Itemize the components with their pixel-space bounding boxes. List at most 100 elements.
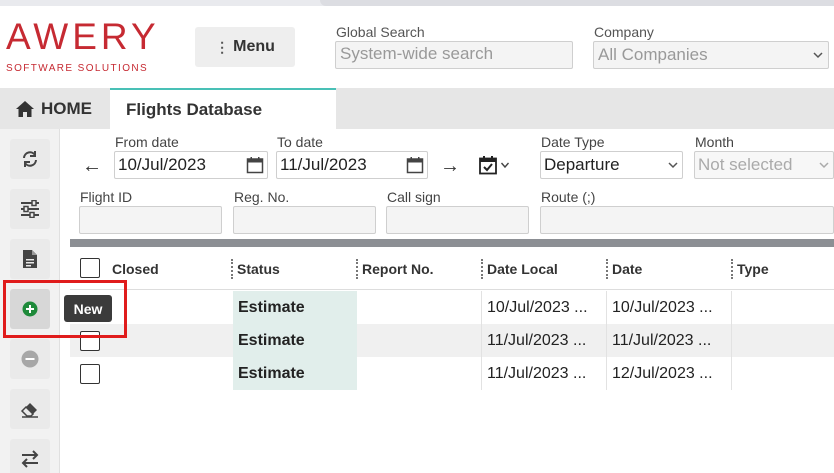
clear-button[interactable] xyxy=(10,389,50,429)
top-strip-gap xyxy=(320,0,834,6)
type-cell xyxy=(737,291,834,324)
tab-home[interactable]: HOME xyxy=(0,88,110,129)
previous-date-button[interactable]: ← xyxy=(82,155,102,178)
grid-top-bar xyxy=(70,239,834,247)
column-header-closed[interactable]: Closed xyxy=(112,247,159,290)
type-cell xyxy=(737,324,834,357)
status-cell: Estimate xyxy=(233,324,357,357)
route-input[interactable] xyxy=(540,206,834,234)
global-search-label: Global Search xyxy=(336,24,425,40)
date-preset-dropdown[interactable] xyxy=(478,152,520,178)
column-header-date-local[interactable]: Date Local xyxy=(487,247,558,290)
cell-divider xyxy=(731,357,732,390)
column-separator[interactable] xyxy=(606,259,608,279)
cell-divider xyxy=(481,291,482,324)
add-icon xyxy=(22,301,38,317)
to-date-label: To date xyxy=(277,134,323,150)
row-checkbox[interactable] xyxy=(80,331,100,351)
date-local-cell: 11/Jul/2023 ... xyxy=(487,364,587,382)
calendar-check-icon xyxy=(479,156,497,175)
date-type-select[interactable]: Departure xyxy=(540,151,683,179)
table-row[interactable]: Estimate 10/Jul/2023 ... 10/Jul/2023 ... xyxy=(70,291,834,324)
next-date-button[interactable]: → xyxy=(440,155,460,178)
company-label: Company xyxy=(594,24,654,40)
remove-icon xyxy=(21,350,39,368)
column-separator[interactable] xyxy=(731,259,733,279)
menu-button[interactable]: ⋮ Menu xyxy=(195,27,295,67)
column-header-type[interactable]: Type xyxy=(737,247,769,290)
document-icon xyxy=(23,250,37,268)
tab-home-label: HOME xyxy=(41,98,92,118)
cell-divider xyxy=(481,357,482,390)
tab-flights-database[interactable]: Flights Database xyxy=(110,88,336,129)
refresh-icon xyxy=(23,151,37,167)
date-local-cell: 10/Jul/2023 ... xyxy=(487,298,588,316)
cell-divider xyxy=(731,324,732,357)
global-search-input[interactable]: System-wide search xyxy=(335,41,573,69)
arrow-right-icon: → xyxy=(440,155,460,177)
report-no-cell xyxy=(362,324,480,357)
eraser-icon xyxy=(20,403,38,418)
column-header-report-no[interactable]: Report No. xyxy=(362,247,434,290)
date-cell: 10/Jul/2023 ... xyxy=(612,298,713,316)
date-type-value: Departure xyxy=(544,155,620,174)
flight-id-input[interactable] xyxy=(79,206,222,234)
tab-flights-database-label: Flights Database xyxy=(126,99,263,119)
cell-divider xyxy=(731,291,732,324)
column-separator[interactable] xyxy=(356,259,358,279)
status-cell: Estimate xyxy=(233,357,357,390)
swap-icon xyxy=(21,450,39,468)
swap-button[interactable] xyxy=(10,439,50,473)
column-separator[interactable] xyxy=(481,259,483,279)
column-header-status[interactable]: Status xyxy=(237,247,280,290)
calendar-icon[interactable] xyxy=(246,156,264,174)
grid-header: Closed Status Report No. Date Local Date… xyxy=(70,247,834,290)
new-tooltip: New xyxy=(64,295,112,322)
sliders-icon xyxy=(21,200,39,218)
arrow-left-icon: ← xyxy=(82,155,102,177)
cell-divider xyxy=(606,291,607,324)
route-label: Route (;) xyxy=(541,189,596,205)
new-button[interactable] xyxy=(10,289,50,329)
menu-label: Menu xyxy=(233,38,275,55)
month-select[interactable]: Not selected xyxy=(694,151,834,179)
month-value: Not selected xyxy=(698,155,793,174)
column-header-date[interactable]: Date xyxy=(612,247,642,290)
home-icon xyxy=(16,100,34,117)
awery-logo: AWERY SOFTWARE SOLUTIONS xyxy=(6,18,166,74)
type-cell xyxy=(737,357,834,390)
refresh-button[interactable] xyxy=(10,139,50,179)
from-date-label: From date xyxy=(115,134,179,150)
row-checkbox[interactable] xyxy=(80,364,100,384)
table-row[interactable]: Estimate 11/Jul/2023 ... 12/Jul/2023 ... xyxy=(70,357,834,390)
report-button[interactable] xyxy=(10,239,50,279)
company-select[interactable]: All Companies xyxy=(593,41,829,69)
cell-divider xyxy=(606,324,607,357)
report-no-cell xyxy=(362,291,480,324)
date-cell: 12/Jul/2023 ... xyxy=(612,364,713,382)
chevron-down-icon xyxy=(813,52,823,59)
cell-divider xyxy=(481,324,482,357)
from-date-input[interactable]: 10/Jul/2023 xyxy=(114,151,268,179)
table-row[interactable]: Estimate 11/Jul/2023 ... 11/Jul/2023 ... xyxy=(70,324,834,357)
month-label: Month xyxy=(695,134,734,150)
remove-button[interactable] xyxy=(10,339,50,379)
reg-no-label: Reg. No. xyxy=(234,189,290,205)
to-date-input[interactable]: 11/Jul/2023 xyxy=(276,151,428,179)
chevron-down-icon xyxy=(668,162,678,169)
logo-tagline: SOFTWARE SOLUTIONS xyxy=(6,63,149,74)
filter-settings-button[interactable] xyxy=(10,189,50,229)
calendar-icon[interactable] xyxy=(406,156,424,174)
reg-no-input[interactable] xyxy=(233,206,376,234)
cell-divider xyxy=(606,357,607,390)
column-separator[interactable] xyxy=(231,259,233,279)
date-local-cell: 11/Jul/2023 ... xyxy=(487,331,587,349)
select-all-checkbox[interactable] xyxy=(80,258,100,278)
date-type-label: Date Type xyxy=(541,134,605,150)
from-date-value: 10/Jul/2023 xyxy=(118,155,206,174)
kebab-icon: ⋮ xyxy=(215,38,230,55)
logo-wordmark: AWERY xyxy=(6,16,160,57)
call-sign-input[interactable] xyxy=(386,206,529,234)
status-cell: Estimate xyxy=(233,291,357,324)
flight-id-label: Flight ID xyxy=(80,189,133,205)
